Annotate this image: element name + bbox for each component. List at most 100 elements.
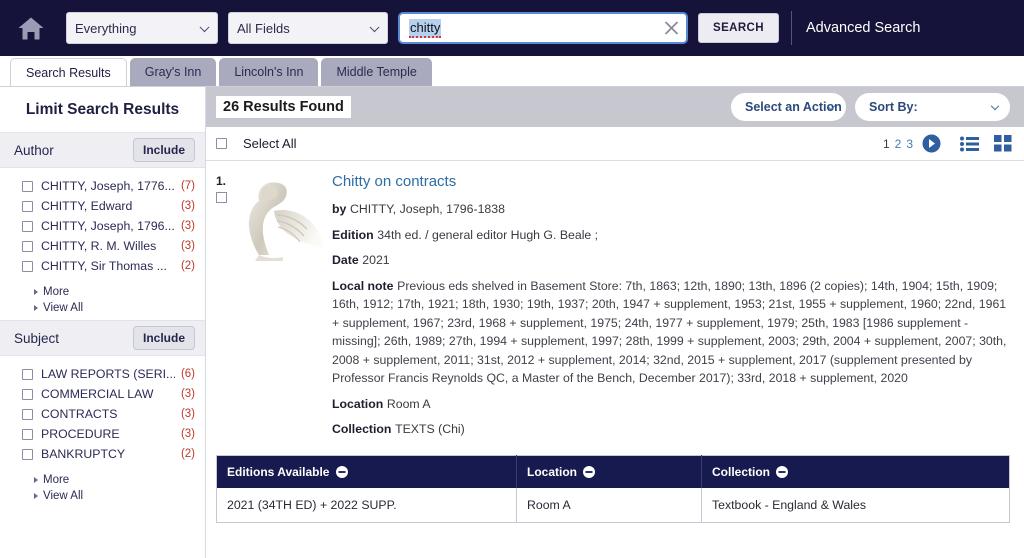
- record-title-link[interactable]: Chitty on contracts: [332, 173, 1010, 190]
- facet-name-subject: Subject: [14, 330, 60, 346]
- tab-middle-temple[interactable]: Middle Temple: [321, 58, 432, 86]
- facet-item-label: CHITTY, Sir Thomas ...: [41, 259, 167, 273]
- facet-item-count: (2): [180, 260, 195, 272]
- record-index-col: 1.: [216, 173, 234, 446]
- field-label: Collection: [332, 422, 392, 436]
- facet-item[interactable]: CHITTY, Joseph, 1796... (3): [0, 216, 205, 236]
- facet-item[interactable]: CONTRACTS (3): [0, 404, 205, 424]
- tab-search-results[interactable]: Search Results: [10, 58, 127, 86]
- facet-checkbox[interactable]: [22, 388, 33, 400]
- field-value: 2021: [362, 253, 390, 267]
- select-an-action-dropdown[interactable]: Select an Action: [731, 93, 846, 121]
- header-divider: [790, 11, 792, 45]
- list-view-icon[interactable]: [960, 136, 979, 152]
- field-label: Edition: [332, 227, 374, 242]
- include-button-author[interactable]: Include: [132, 138, 195, 162]
- facet-checkbox[interactable]: [22, 200, 33, 212]
- select-all-label: Select All: [243, 136, 297, 151]
- more-link-subject[interactable]: More: [34, 472, 205, 488]
- next-arrow-icon[interactable]: [922, 134, 941, 153]
- facet-checkbox[interactable]: [22, 180, 33, 192]
- sort-toggle-icon[interactable]: [583, 465, 596, 478]
- advanced-search-link[interactable]: Advanced Search: [806, 20, 920, 36]
- facet-checkbox[interactable]: [22, 260, 33, 272]
- clear-x-icon[interactable]: [663, 20, 680, 37]
- view-all-link-subject[interactable]: View All: [34, 488, 205, 504]
- sort-by-dropdown[interactable]: Sort By:: [855, 93, 1010, 121]
- facet-item-count: (3): [180, 220, 195, 232]
- facet-item-label: BANKRUPTCY: [41, 447, 126, 461]
- facet-checkbox[interactable]: [22, 240, 33, 252]
- editions-table: Editions Available Location Collection 2…: [216, 454, 1010, 523]
- triangle-right-icon: [34, 289, 38, 295]
- facet-item[interactable]: LAW REPORTS (SERI... (6): [0, 364, 205, 384]
- facet-item-label: CHITTY, Edward: [41, 199, 133, 213]
- editions-table-body: 2021 (34TH ED) + 2022 SUPP. Room A Textb…: [216, 487, 1010, 522]
- facet-item[interactable]: CHITTY, Joseph, 1776... (7): [0, 176, 205, 196]
- column-editions-available[interactable]: Editions Available: [216, 455, 517, 488]
- select-all-checkbox[interactable]: [216, 138, 227, 149]
- sort-toggle-icon[interactable]: [335, 465, 348, 478]
- tab-grays-inn[interactable]: Gray's Inn: [129, 58, 217, 86]
- triangle-right-icon: [34, 493, 38, 499]
- grid-view-icon[interactable]: [994, 135, 1012, 152]
- search-button[interactable]: SEARCH: [698, 13, 779, 43]
- tab-lincolns-inn[interactable]: Lincoln's Inn: [219, 58, 319, 86]
- pegasus-thumbnail-icon: [248, 182, 323, 261]
- column-label: Collection: [712, 464, 771, 479]
- column-collection[interactable]: Collection: [701, 455, 1010, 488]
- results-count: 26 Results Found: [216, 96, 351, 118]
- record-field-date: Date 2021: [332, 251, 1010, 270]
- column-location[interactable]: Location: [516, 455, 702, 488]
- facet-item-count: (6): [180, 368, 195, 380]
- field-label: Location: [332, 396, 384, 411]
- facet-checkbox[interactable]: [22, 368, 33, 380]
- facet-links-subject: More View All: [0, 466, 205, 508]
- chevron-down-icon: [199, 22, 210, 33]
- record-field-local-note: Local note Previous eds shelved in Basem…: [332, 277, 1010, 388]
- select-all-bar: Select All 1 2 3: [206, 127, 1024, 161]
- facet-item[interactable]: COMMERCIAL LAW (3): [0, 384, 205, 404]
- page-2[interactable]: 2: [895, 137, 902, 151]
- include-button-subject[interactable]: Include: [132, 326, 195, 350]
- facet-checkbox[interactable]: [22, 448, 33, 460]
- facet-item-label: CHITTY, Joseph, 1796...: [41, 219, 175, 233]
- facet-checkbox[interactable]: [22, 220, 33, 232]
- facet-checkbox[interactable]: [22, 428, 33, 440]
- more-link-label: More: [43, 474, 70, 486]
- record-thumbnail: [234, 173, 326, 446]
- facet-checkbox[interactable]: [22, 408, 33, 420]
- page-1[interactable]: 1: [883, 137, 890, 151]
- search-field-value: All Fields: [237, 20, 290, 36]
- facet-item-count: (3): [180, 408, 195, 420]
- search-scope-value: Everything: [75, 20, 137, 36]
- results-main: 26 Results Found Select an Action Sort B…: [206, 86, 1024, 558]
- facet-item[interactable]: CHITTY, R. M. Willes (3): [0, 236, 205, 256]
- search-scope-select[interactable]: Everything: [66, 12, 218, 44]
- facet-item-label: LAW REPORTS (SERI...: [41, 367, 175, 381]
- facet-item[interactable]: PROCEDURE (3): [0, 424, 205, 444]
- more-link-label: More: [43, 286, 70, 298]
- limit-search-results-title: Limit Search Results: [25, 101, 180, 118]
- page-body: Limit Search Results Author Include CHIT…: [0, 86, 1024, 558]
- sort-toggle-icon[interactable]: [776, 465, 789, 478]
- search-field-select[interactable]: All Fields: [228, 12, 388, 44]
- search-input[interactable]: [398, 12, 688, 44]
- facet-item-count: (3): [180, 388, 195, 400]
- home-button[interactable]: [0, 16, 62, 41]
- facet-item-count: (3): [180, 200, 195, 212]
- editions-table-head: Editions Available Location Collection: [216, 455, 1010, 488]
- facet-item[interactable]: BANKRUPTCY (2): [0, 444, 205, 464]
- tab-strip: Search Results Gray's Inn Lincoln's Inn …: [0, 56, 1024, 86]
- field-label: Date: [332, 253, 359, 267]
- page-3[interactable]: 3: [906, 137, 913, 151]
- sort-by-value: Sort By:: [869, 100, 918, 114]
- facet-links-author: More View All: [0, 278, 205, 320]
- view-all-link-author[interactable]: View All: [34, 300, 205, 316]
- more-link-author[interactable]: More: [34, 284, 205, 300]
- field-value: CHITTY, Joseph, 1796-1838: [349, 202, 505, 216]
- record-checkbox[interactable]: [216, 192, 227, 203]
- field-value: 34th ed. / general editor Hugh G. Beale …: [377, 227, 599, 242]
- facet-item[interactable]: CHITTY, Edward (3): [0, 196, 205, 216]
- facet-item[interactable]: CHITTY, Sir Thomas ... (2): [0, 256, 205, 276]
